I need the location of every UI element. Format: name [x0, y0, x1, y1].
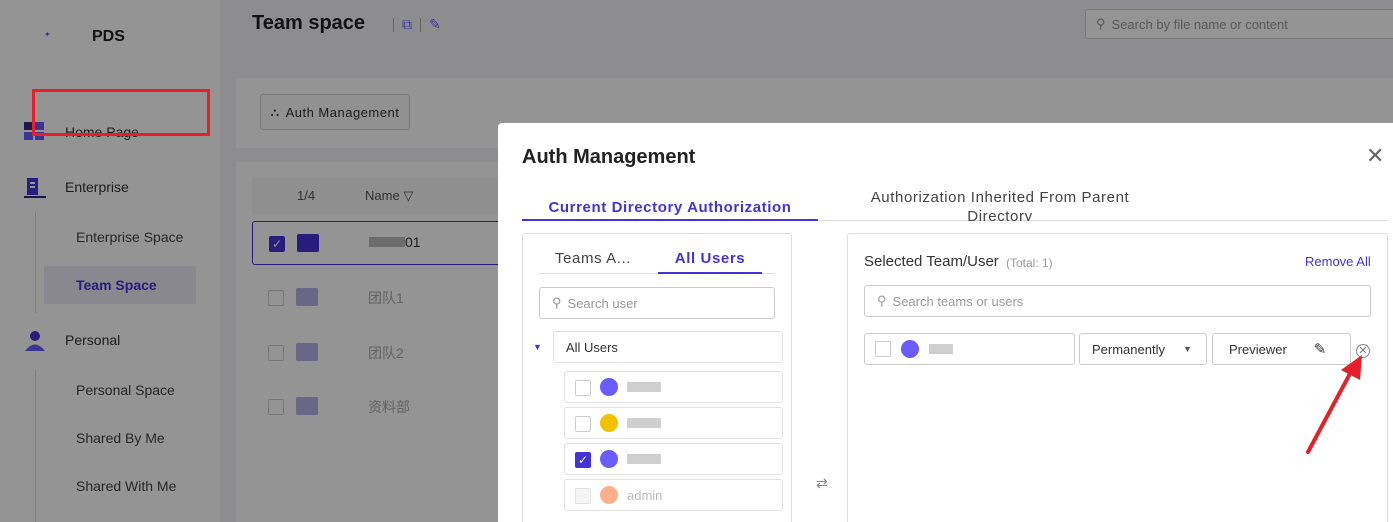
avatar: [600, 414, 618, 432]
avatar: [901, 340, 919, 358]
picker-tabs: Teams A... All Users: [539, 250, 775, 274]
user-search-input[interactable]: ⚲ Search user: [539, 287, 775, 319]
list-item[interactable]: [564, 371, 783, 403]
selected-total: (Total: 1): [1006, 256, 1053, 270]
redacted-text: [929, 344, 953, 354]
avatar: [600, 450, 618, 468]
search-icon: ⚲: [877, 293, 887, 308]
redacted-text: [627, 382, 661, 392]
tab-all-users[interactable]: All Users: [658, 250, 762, 274]
redacted-text: [627, 454, 661, 464]
duration-select[interactable]: Permanently ▼: [1079, 333, 1207, 365]
search-icon: ⚲: [552, 295, 562, 310]
avatar: [600, 486, 618, 504]
tree-root-label: All Users: [552, 331, 783, 363]
list-item[interactable]: [564, 407, 783, 439]
selected-title: Selected Team/User: [864, 253, 999, 270]
tab-inherited[interactable]: Authorization Inherited From Parent Dire…: [850, 188, 1150, 221]
redacted-text: [627, 418, 661, 428]
user-name: [627, 380, 661, 395]
user-checkbox[interactable]: [575, 380, 591, 396]
list-item[interactable]: ✓: [564, 443, 783, 475]
user-checkbox: [575, 488, 591, 504]
caret-down-icon: ▼: [1182, 344, 1192, 354]
search-placeholder: Search user: [567, 295, 638, 311]
user-checkbox[interactable]: [575, 416, 591, 432]
user-name: admin: [627, 488, 663, 503]
transfer-icon: ⇄: [816, 475, 828, 491]
user-picker-panel: Teams A... All Users ⚲ Search user ▼ All…: [522, 233, 792, 522]
remove-all-link[interactable]: Remove All: [1305, 254, 1371, 269]
tab-teams[interactable]: Teams A...: [555, 250, 631, 267]
duration-value: Permanently: [1092, 341, 1165, 357]
auth-management-dialog: Auth Management ✕ Current Directory Auth…: [498, 123, 1393, 522]
arrow-annotation: [1306, 355, 1362, 454]
selected-checkbox[interactable]: [875, 341, 891, 357]
highlight-box: [32, 89, 210, 136]
close-icon[interactable]: ✕: [1366, 145, 1384, 167]
search-placeholder: Search teams or users: [892, 293, 1024, 309]
dialog-tabs: Current Directory Authorization Authoriz…: [522, 185, 1388, 221]
tab-current-directory[interactable]: Current Directory Authorization: [522, 199, 818, 221]
tree-root-all-users[interactable]: ▼ All Users: [533, 331, 783, 363]
role-value: Previewer: [1229, 341, 1287, 357]
list-item: admin: [564, 479, 783, 511]
team-user-search-input[interactable]: ⚲ Search teams or users: [864, 285, 1371, 317]
user-name: [627, 452, 661, 467]
dialog-title: Auth Management: [522, 146, 696, 168]
avatar: [600, 378, 618, 396]
selected-user-row[interactable]: [864, 333, 1075, 365]
user-name: [627, 416, 661, 431]
user-checkbox[interactable]: ✓: [575, 452, 591, 468]
caret-down-icon[interactable]: ▼: [533, 342, 542, 352]
